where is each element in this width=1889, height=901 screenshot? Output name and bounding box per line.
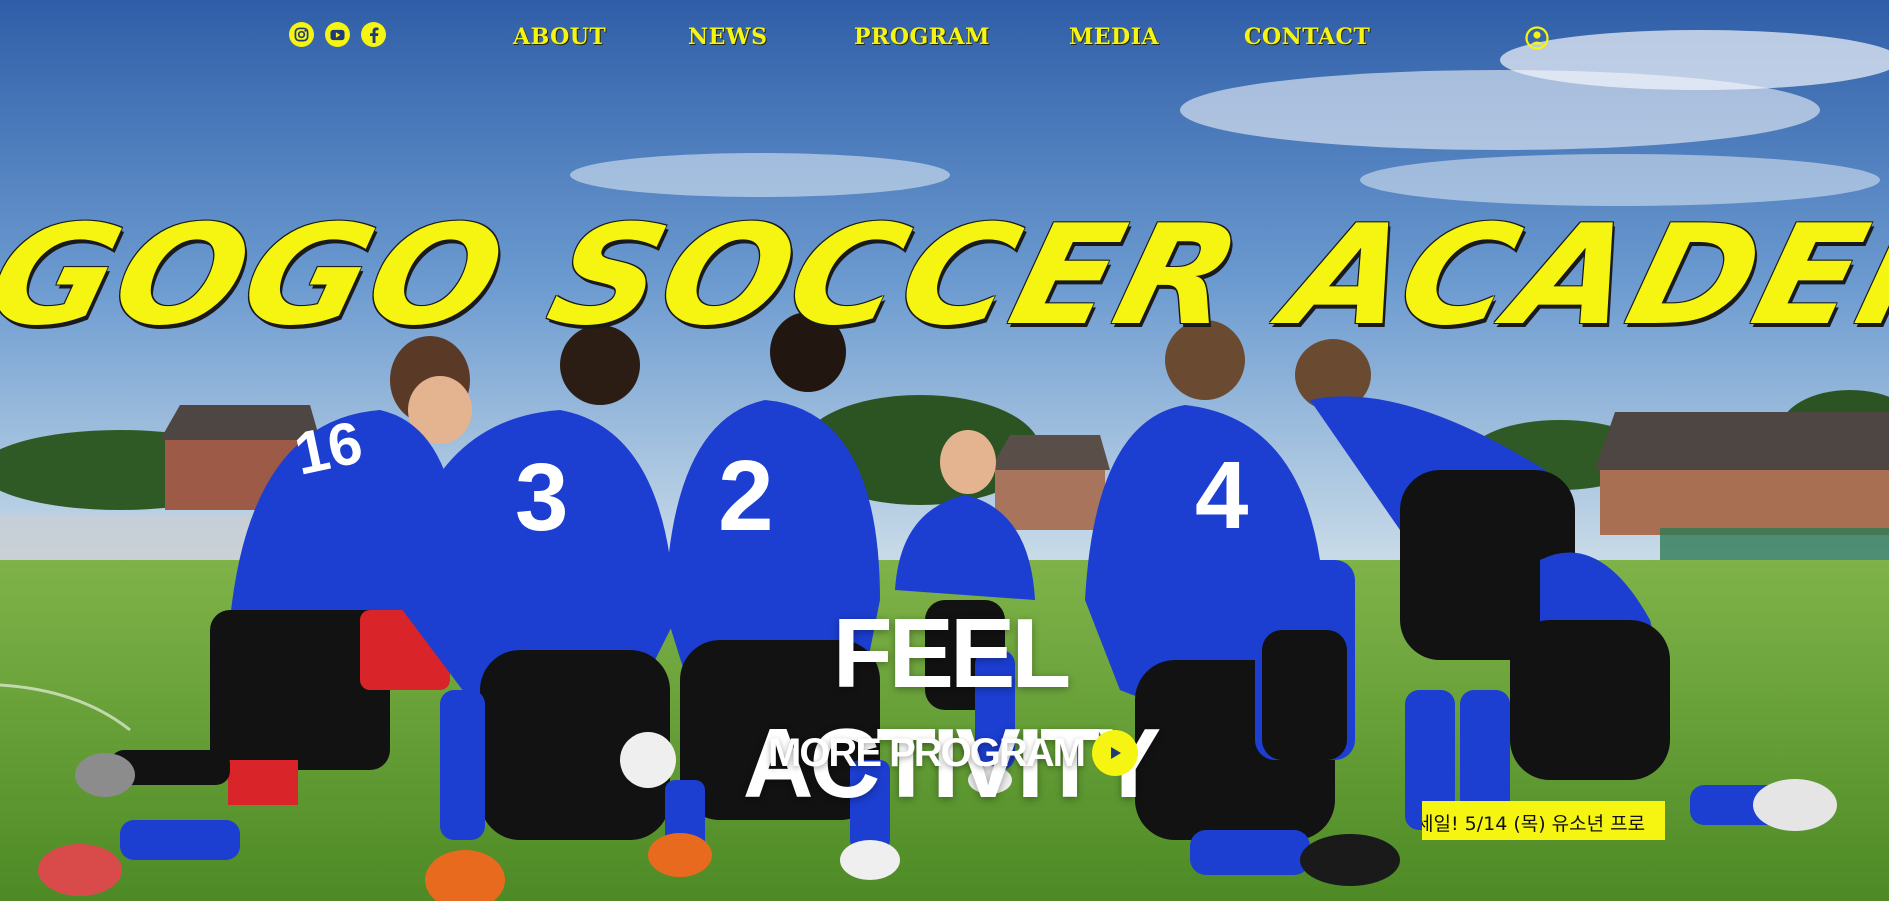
- user-account-icon[interactable]: [1525, 26, 1549, 50]
- svg-text:2: 2: [718, 440, 774, 552]
- main-nav: ABOUT NEWS PROGRAM MEDIA CONTACT: [0, 24, 1889, 54]
- svg-text:16: 16: [289, 408, 368, 487]
- more-program-button[interactable]: MORE PROGRAM: [768, 728, 1138, 778]
- nav-item-about[interactable]: ABOUT: [513, 24, 606, 50]
- nav-item-contact[interactable]: CONTACT: [1244, 24, 1370, 50]
- top-navigation: ABOUT NEWS PROGRAM MEDIA CONTACT: [0, 0, 1889, 76]
- nav-item-news[interactable]: NEWS: [688, 24, 767, 50]
- more-program-label: MORE PROGRAM: [768, 730, 1086, 775]
- svg-text:3: 3: [515, 444, 568, 551]
- svg-text:4: 4: [1195, 442, 1248, 549]
- brand-title: GOGO SOCCER ACADEMY: [0, 195, 1889, 356]
- nav-item-media[interactable]: MEDIA: [1069, 24, 1159, 50]
- notice-ticker[interactable]: 세일! 5/14 (목) 유소년 프로: [1422, 801, 1665, 840]
- play-icon: [1092, 730, 1138, 776]
- notice-text: 세일! 5/14 (목) 유소년 프로: [1422, 813, 1646, 835]
- nav-item-program[interactable]: PROGRAM: [854, 24, 990, 50]
- hero-tagline: FEEL ACTIVITY: [742, 598, 1161, 818]
